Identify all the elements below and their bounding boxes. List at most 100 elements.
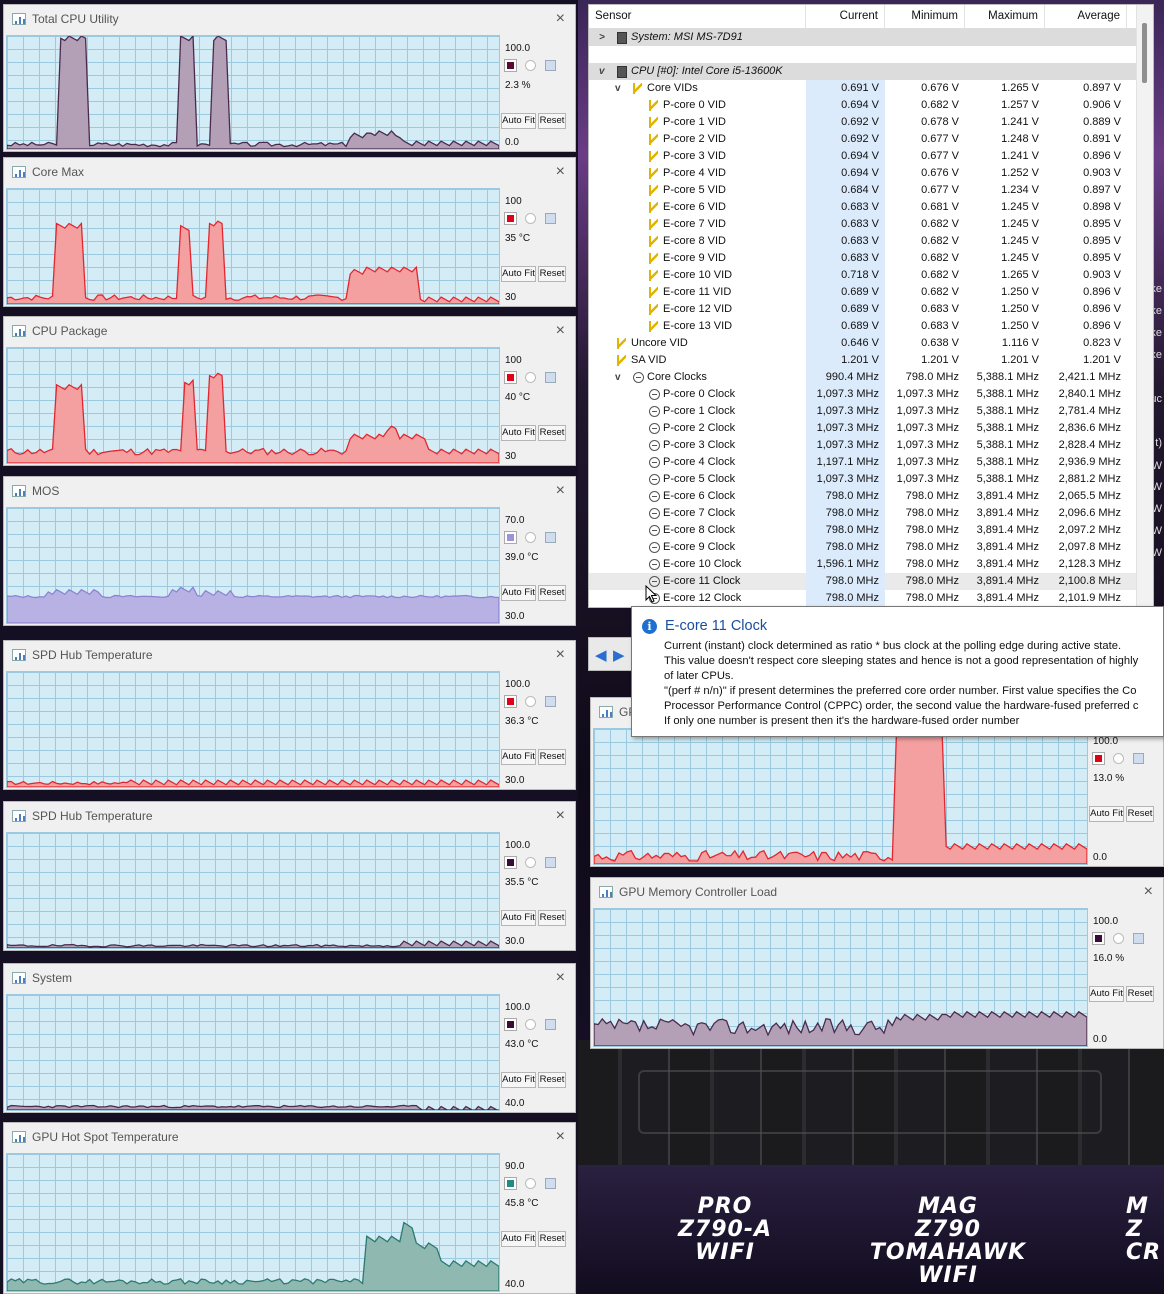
graph-titlebar[interactable]: MOS × bbox=[4, 477, 575, 504]
color-swatch-icon[interactable] bbox=[504, 59, 517, 72]
table-row[interactable]: Uncore VID 0.646 V 0.638 V 1.116 V 0.823… bbox=[589, 335, 1153, 352]
table-row[interactable]: E-core 7 VID 0.683 V 0.682 V 1.245 V 0.8… bbox=[589, 216, 1153, 233]
auto-fit-button[interactable]: Auto Fit bbox=[1089, 986, 1124, 1002]
toggle-circle-icon[interactable] bbox=[525, 1178, 536, 1189]
auto-fit-button[interactable]: Auto Fit bbox=[501, 1231, 536, 1247]
graph-titlebar[interactable]: SPD Hub Temperature × bbox=[4, 802, 575, 829]
toggle-circle-icon[interactable] bbox=[1113, 933, 1124, 944]
toggle-circle-icon[interactable] bbox=[525, 60, 536, 71]
table-scrollbar[interactable] bbox=[1136, 5, 1153, 607]
table-row[interactable]: P-core 5 Clock 1,097.3 MHz 1,097.3 MHz 5… bbox=[589, 471, 1153, 488]
table-row[interactable]: P-core 4 Clock 1,197.1 MHz 1,097.3 MHz 5… bbox=[589, 454, 1153, 471]
table-row[interactable]: E-core 10 VID 0.718 V 0.682 V 1.265 V 0.… bbox=[589, 267, 1153, 284]
reset-button[interactable]: Reset bbox=[1126, 806, 1154, 822]
auto-fit-button[interactable]: Auto Fit bbox=[501, 425, 536, 441]
table-row[interactable]: E-core 6 Clock 798.0 MHz 798.0 MHz 3,891… bbox=[589, 488, 1153, 505]
table-row[interactable]: E-core 8 VID 0.683 V 0.682 V 1.245 V 0.8… bbox=[589, 233, 1153, 250]
chevron-down-icon[interactable]: v bbox=[599, 63, 605, 80]
auto-fit-button[interactable]: Auto Fit bbox=[501, 585, 536, 601]
table-row[interactable]: P-core 4 VID 0.694 V 0.676 V 1.252 V 0.9… bbox=[589, 165, 1153, 182]
graph-titlebar[interactable]: System × bbox=[4, 964, 575, 991]
color-swatch-icon[interactable] bbox=[504, 1177, 517, 1190]
graph-titlebar[interactable]: GPU Memory Controller Load × bbox=[591, 878, 1163, 905]
reset-button[interactable]: Reset bbox=[538, 1072, 566, 1088]
color-swatch-icon[interactable] bbox=[504, 695, 517, 708]
table-row[interactable]: E-core 10 Clock 1,596.1 MHz 798.0 MHz 3,… bbox=[589, 556, 1153, 573]
table-row[interactable]: P-core 3 VID 0.694 V 0.677 V 1.241 V 0.8… bbox=[589, 148, 1153, 165]
reset-button[interactable]: Reset bbox=[538, 113, 566, 129]
settings-square-icon[interactable] bbox=[1133, 753, 1144, 764]
table-row[interactable]: P-core 1 Clock 1,097.3 MHz 1,097.3 MHz 5… bbox=[589, 403, 1153, 420]
table-row[interactable]: P-core 3 Clock 1,097.3 MHz 1,097.3 MHz 5… bbox=[589, 437, 1153, 454]
chevron-down-icon[interactable]: v bbox=[615, 80, 621, 97]
header-minimum[interactable]: Minimum bbox=[885, 5, 965, 28]
toggle-circle-icon[interactable] bbox=[525, 696, 536, 707]
auto-fit-button[interactable]: Auto Fit bbox=[501, 1072, 536, 1088]
table-row[interactable]: P-core 5 VID 0.684 V 0.677 V 1.234 V 0.8… bbox=[589, 182, 1153, 199]
graph-titlebar[interactable]: CPU Package × bbox=[4, 317, 575, 344]
settings-square-icon[interactable] bbox=[545, 532, 556, 543]
settings-square-icon[interactable] bbox=[545, 372, 556, 383]
header-sensor[interactable]: Sensor bbox=[589, 5, 806, 28]
close-icon[interactable]: × bbox=[556, 969, 565, 987]
table-row[interactable] bbox=[589, 46, 1153, 63]
table-row[interactable]: E-core 11 Clock 798.0 MHz 798.0 MHz 3,89… bbox=[589, 573, 1153, 590]
table-row[interactable]: P-core 0 Clock 1,097.3 MHz 1,097.3 MHz 5… bbox=[589, 386, 1153, 403]
color-swatch-icon[interactable] bbox=[504, 856, 517, 869]
table-row[interactable]: E-core 12 Clock 798.0 MHz 798.0 MHz 3,89… bbox=[589, 590, 1153, 607]
settings-square-icon[interactable] bbox=[545, 1019, 556, 1030]
reset-button[interactable]: Reset bbox=[538, 425, 566, 441]
graph-titlebar[interactable]: Core Max × bbox=[4, 158, 575, 185]
table-row[interactable]: E-core 11 VID 0.689 V 0.682 V 1.250 V 0.… bbox=[589, 284, 1153, 301]
settings-square-icon[interactable] bbox=[545, 60, 556, 71]
close-icon[interactable]: × bbox=[556, 10, 565, 28]
close-icon[interactable]: × bbox=[556, 482, 565, 500]
table-row[interactable]: P-core 2 Clock 1,097.3 MHz 1,097.3 MHz 5… bbox=[589, 420, 1153, 437]
table-row[interactable]: SA VID 1.201 V 1.201 V 1.201 V 1.201 V bbox=[589, 352, 1153, 369]
settings-square-icon[interactable] bbox=[545, 213, 556, 224]
auto-fit-button[interactable]: Auto Fit bbox=[501, 113, 536, 129]
chevron-down-icon[interactable]: v bbox=[615, 369, 621, 386]
header-maximum[interactable]: Maximum bbox=[965, 5, 1045, 28]
close-icon[interactable]: × bbox=[556, 322, 565, 340]
toggle-circle-icon[interactable] bbox=[525, 1019, 536, 1030]
close-icon[interactable]: × bbox=[1144, 883, 1153, 901]
header-average[interactable]: Average bbox=[1045, 5, 1127, 28]
back-arrow-icon[interactable]: ◀ bbox=[595, 646, 607, 664]
toggle-circle-icon[interactable] bbox=[525, 372, 536, 383]
graph-titlebar[interactable]: SPD Hub Temperature × bbox=[4, 641, 575, 668]
close-icon[interactable]: × bbox=[556, 807, 565, 825]
toggle-circle-icon[interactable] bbox=[1113, 753, 1124, 764]
table-row[interactable]: E-core 9 Clock 798.0 MHz 798.0 MHz 3,891… bbox=[589, 539, 1153, 556]
table-row[interactable]: P-core 2 VID 0.692 V 0.677 V 1.248 V 0.8… bbox=[589, 131, 1153, 148]
table-row[interactable]: > System: MSI MS-7D91 bbox=[589, 29, 1153, 46]
settings-square-icon[interactable] bbox=[545, 696, 556, 707]
reset-button[interactable]: Reset bbox=[538, 585, 566, 601]
table-row[interactable]: E-core 7 Clock 798.0 MHz 798.0 MHz 3,891… bbox=[589, 505, 1153, 522]
auto-fit-button[interactable]: Auto Fit bbox=[501, 910, 536, 926]
graph-titlebar[interactable]: GPU Hot Spot Temperature × bbox=[4, 1123, 575, 1150]
table-row[interactable]: v Core Clocks 990.4 MHz 798.0 MHz 5,388.… bbox=[589, 369, 1153, 386]
reset-button[interactable]: Reset bbox=[538, 910, 566, 926]
table-row[interactable]: E-core 13 VID 0.689 V 0.683 V 1.250 V 0.… bbox=[589, 318, 1153, 335]
forward-arrow-icon[interactable]: ▶ bbox=[613, 646, 625, 664]
toggle-circle-icon[interactable] bbox=[525, 213, 536, 224]
settings-square-icon[interactable] bbox=[1133, 933, 1144, 944]
table-row[interactable]: P-core 0 VID 0.694 V 0.682 V 1.257 V 0.9… bbox=[589, 97, 1153, 114]
reset-button[interactable]: Reset bbox=[538, 1231, 566, 1247]
table-row[interactable]: E-core 6 VID 0.683 V 0.681 V 1.245 V 0.8… bbox=[589, 199, 1153, 216]
reset-button[interactable]: Reset bbox=[538, 749, 566, 765]
reset-button[interactable]: Reset bbox=[1126, 986, 1154, 1002]
toggle-circle-icon[interactable] bbox=[525, 532, 536, 543]
chevron-right-icon[interactable]: > bbox=[599, 29, 605, 46]
close-icon[interactable]: × bbox=[556, 1128, 565, 1146]
color-swatch-icon[interactable] bbox=[504, 531, 517, 544]
color-swatch-icon[interactable] bbox=[504, 212, 517, 225]
table-row[interactable]: E-core 9 VID 0.683 V 0.682 V 1.245 V 0.8… bbox=[589, 250, 1153, 267]
color-swatch-icon[interactable] bbox=[1092, 932, 1105, 945]
settings-square-icon[interactable] bbox=[545, 1178, 556, 1189]
table-row[interactable]: v Core VIDs 0.691 V 0.676 V 1.265 V 0.89… bbox=[589, 80, 1153, 97]
color-swatch-icon[interactable] bbox=[1092, 752, 1105, 765]
auto-fit-button[interactable]: Auto Fit bbox=[501, 749, 536, 765]
toggle-circle-icon[interactable] bbox=[525, 857, 536, 868]
